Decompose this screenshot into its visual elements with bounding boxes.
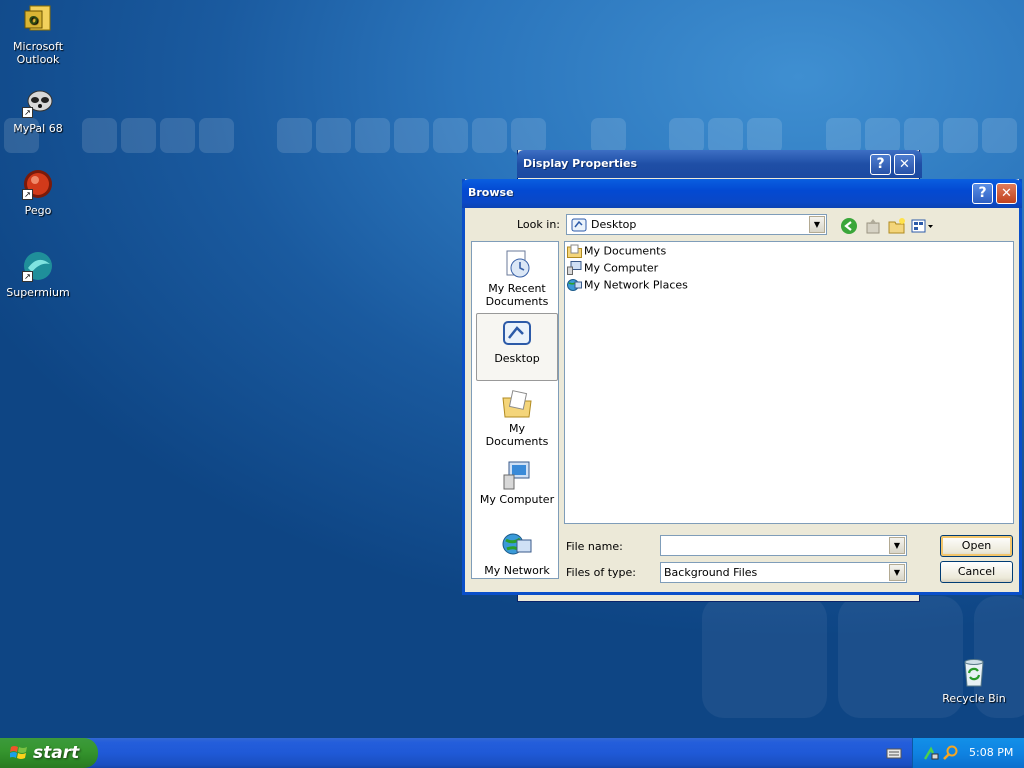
raccoon-icon: ↗ <box>22 86 54 118</box>
list-item[interactable]: My Computer <box>567 261 658 277</box>
keyboard-icon[interactable] <box>886 746 902 763</box>
chevron-down-icon[interactable]: ▼ <box>889 564 905 581</box>
start-label: start <box>33 743 80 763</box>
place-label: My Documents <box>485 422 549 448</box>
recycle-bin-icon <box>958 656 990 688</box>
computer-icon <box>501 459 533 491</box>
computer-icon <box>567 261 582 275</box>
look-in-value: Desktop <box>591 218 637 231</box>
shortcut-arrow-icon: ↗ <box>22 107 33 118</box>
close-button[interactable]: ✕ <box>996 183 1017 204</box>
files-of-type-value: Background Files <box>664 566 758 579</box>
search-icon[interactable] <box>943 745 959 764</box>
system-tray: 5:08 PM <box>912 738 1024 768</box>
place-label: My Network <box>484 564 550 577</box>
desktop-icon <box>571 218 587 232</box>
open-button[interactable]: Open <box>940 535 1013 557</box>
place-my-computer[interactable]: My Computer <box>476 455 558 523</box>
help-button[interactable]: ? <box>972 183 993 204</box>
chevron-down-icon[interactable]: ▼ <box>889 537 905 554</box>
files-of-type-label: Files of type: <box>566 566 637 579</box>
desktop-icon-pego[interactable]: ↗ Pego <box>0 168 76 217</box>
desktop: O Microsoft Outlook ↗ MyPal 68 ↗ Pego ↗ … <box>0 0 1024 738</box>
network-globe-icon <box>567 279 582 291</box>
windows-logo-icon <box>10 746 27 759</box>
file-name-label: File name: <box>566 540 623 553</box>
window-title: Display Properties <box>523 157 638 170</box>
place-label: My Computer <box>479 493 555 506</box>
taskbar: start 5:08 PM <box>0 738 1024 768</box>
desktop-icon-label: Supermium <box>6 286 70 299</box>
places-bar: My Recent Documents Desktop My Documents… <box>471 241 559 579</box>
new-folder-icon[interactable] <box>887 217 907 237</box>
recent-documents-icon <box>501 248 533 280</box>
desktop-icon-outlook[interactable]: O Microsoft Outlook <box>0 4 76 66</box>
browse-dialog[interactable]: Browse ? ✕ Look in: Desktop ▼ My Recent … <box>462 179 1022 595</box>
up-folder-icon[interactable] <box>863 217 883 237</box>
network-globe-icon <box>501 530 533 562</box>
list-item[interactable]: My Documents <box>567 244 666 260</box>
display-properties-titlebar[interactable]: Display Properties ? ✕ <box>517 150 922 178</box>
help-button[interactable]: ? <box>870 154 891 175</box>
svg-text:O: O <box>29 14 38 27</box>
desktop-icon-recycle-bin[interactable]: Recycle Bin <box>936 656 1012 705</box>
place-recent-documents[interactable]: My Recent Documents <box>476 244 558 312</box>
supermium-icon: ↗ <box>22 250 54 282</box>
desktop-icon-label: MyPal 68 <box>13 122 63 135</box>
place-my-network[interactable]: My Network <box>476 526 558 578</box>
views-menu-icon[interactable] <box>911 217 935 237</box>
shortcut-arrow-icon: ↗ <box>22 271 33 282</box>
dialog-title: Browse <box>468 186 514 199</box>
list-item-label: My Network Places <box>584 278 688 292</box>
pego-icon: ↗ <box>22 168 54 200</box>
desktop-icon-label: Pego <box>24 204 52 217</box>
start-button[interactable]: start <box>0 738 98 768</box>
close-button[interactable]: ✕ <box>894 154 915 175</box>
place-desktop[interactable]: Desktop <box>476 313 558 381</box>
cancel-button[interactable]: Cancel <box>940 561 1013 583</box>
list-item[interactable]: My Network Places <box>567 278 688 294</box>
file-list[interactable]: My Documents My Computer My Network Plac… <box>564 241 1014 524</box>
file-name-input[interactable]: ▼ <box>660 535 907 556</box>
shortcut-arrow-icon: ↗ <box>22 189 33 200</box>
desktop-icon-mypal[interactable]: ↗ MyPal 68 <box>0 86 76 135</box>
list-item-label: My Documents <box>584 244 667 258</box>
list-item-label: My Computer <box>584 261 659 275</box>
place-my-documents[interactable]: My Documents <box>476 384 558 452</box>
my-documents-folder-icon <box>501 388 533 420</box>
look-in-dropdown[interactable]: Desktop ▼ <box>566 214 827 235</box>
desktop-icon-label: Recycle Bin <box>942 692 1006 705</box>
desktop-icon-label: Microsoft Outlook <box>12 40 64 66</box>
place-label: Desktop <box>494 352 540 365</box>
folder-icon <box>567 244 582 258</box>
network-tray-icon[interactable] <box>923 745 939 764</box>
clock: 5:08 PM <box>969 746 1014 759</box>
browse-titlebar[interactable]: Browse ? ✕ <box>462 179 1022 208</box>
place-label: My Recent Documents <box>485 282 549 308</box>
desktop-icon <box>501 318 533 350</box>
outlook-icon: O <box>22 4 54 36</box>
files-of-type-dropdown[interactable]: Background Files ▼ <box>660 562 907 583</box>
back-icon[interactable] <box>839 217 859 237</box>
chevron-down-icon[interactable]: ▼ <box>809 216 825 233</box>
desktop-icon-supermium[interactable]: ↗ Supermium <box>0 250 76 299</box>
look-in-label: Look in: <box>517 218 560 231</box>
